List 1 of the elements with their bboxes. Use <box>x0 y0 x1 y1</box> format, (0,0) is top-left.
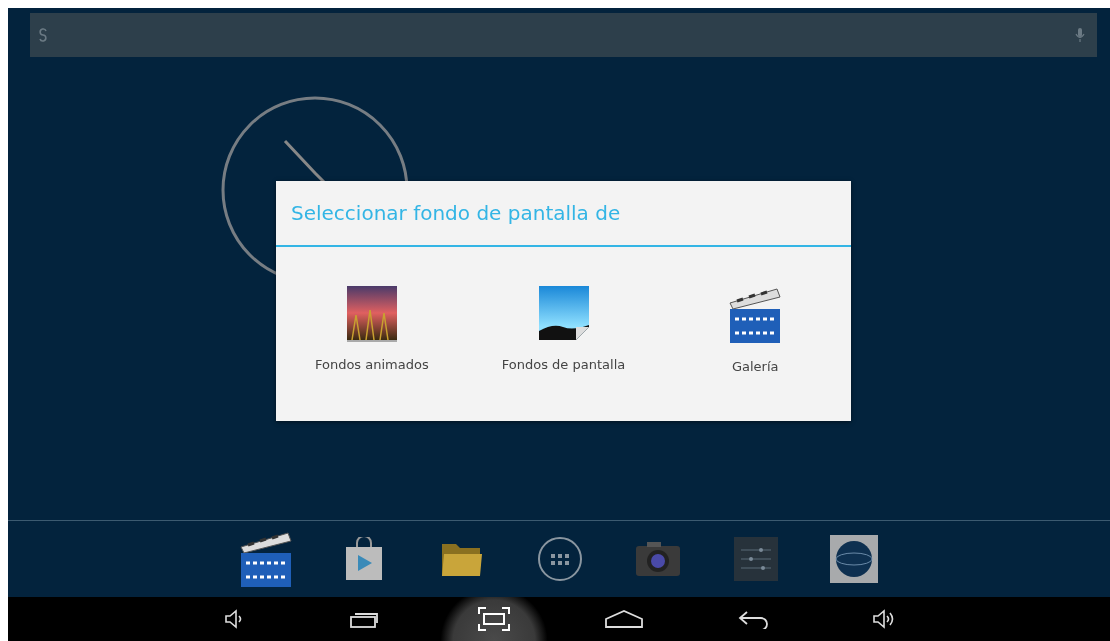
dialog-title: Seleccionar fondo de pantalla de <box>290 200 622 226</box>
